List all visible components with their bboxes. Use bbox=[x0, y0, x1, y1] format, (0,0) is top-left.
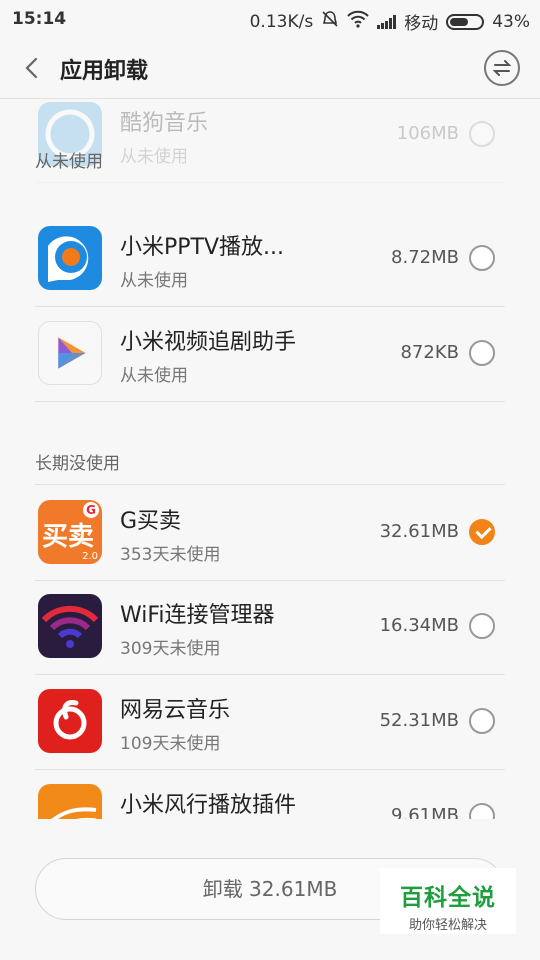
signal-icon bbox=[377, 14, 397, 29]
app-name: WiFi连接管理器 bbox=[120, 603, 275, 628]
app-usage: 从未使用 bbox=[120, 366, 188, 386]
gmm-icon-text: 买卖 bbox=[42, 522, 95, 552]
battery-icon bbox=[446, 13, 485, 30]
title-bar: 应用卸载 bbox=[0, 38, 540, 99]
app-usage: 从未使用 bbox=[120, 147, 188, 167]
select-checkbox[interactable] bbox=[469, 613, 495, 639]
carrier-label: 移动 bbox=[404, 14, 439, 34]
status-bar: 15:14 0.13K/s 移动 43% bbox=[0, 0, 540, 38]
section-header-unused: 从未使用 bbox=[35, 152, 103, 172]
select-checkbox-checked[interactable] bbox=[469, 519, 495, 545]
app-size: 16.34MB bbox=[379, 615, 459, 636]
watermark-subtitle: 助你轻松解决 bbox=[408, 918, 487, 933]
list-item[interactable]: 小米视频追剧助手 从未使用 872KB bbox=[35, 306, 505, 402]
app-name: 网易云音乐 bbox=[120, 698, 231, 723]
netease-music-app-icon bbox=[38, 689, 102, 753]
list-item[interactable]: WiFi连接管理器 309天未使用 16.34MB bbox=[35, 579, 505, 675]
pptv-app-icon bbox=[38, 226, 102, 290]
app-name: 小米视频追剧助手 bbox=[120, 330, 297, 355]
watermark-title: 百科全说 bbox=[400, 885, 496, 911]
app-usage: 353天未使用 bbox=[120, 545, 221, 565]
app-name: 酷狗音乐 bbox=[120, 111, 209, 136]
list-item[interactable]: 网易云音乐 109天未使用 52.31MB bbox=[35, 674, 505, 770]
mi-video-app-icon bbox=[38, 321, 102, 385]
app-size: 8.72MB bbox=[391, 247, 459, 268]
list-item[interactable]: 酷狗音乐 从未使用 106MB bbox=[35, 99, 505, 183]
section-header-long-unused: 长期没使用 bbox=[35, 454, 120, 474]
battery-percent: 43% bbox=[492, 11, 530, 32]
gmaimai-app-icon: 买卖 G 2.0 bbox=[38, 500, 102, 564]
net-speed: 0.13K/s bbox=[249, 11, 314, 32]
chevron-left-icon bbox=[25, 57, 38, 79]
sort-button[interactable] bbox=[484, 50, 520, 86]
select-checkbox[interactable] bbox=[469, 121, 495, 147]
app-usage: 109天未使用 bbox=[120, 734, 221, 754]
app-usage: 309天未使用 bbox=[120, 639, 221, 659]
select-checkbox[interactable] bbox=[469, 803, 495, 819]
list-item[interactable]: 小米PPTV播放... 从未使用 8.72MB bbox=[35, 211, 505, 307]
app-size: 52.31MB bbox=[379, 710, 459, 731]
app-list: 酷狗音乐 从未使用 106MB 从未使用 小米PPTV播放... 从未使用 8.… bbox=[0, 99, 540, 819]
select-checkbox[interactable] bbox=[469, 245, 495, 271]
watermark: 百科全说 助你轻松解决 bbox=[380, 868, 516, 934]
status-time: 15:14 bbox=[12, 9, 67, 29]
list-item[interactable]: 小米风行播放插件 9.61MB bbox=[35, 769, 505, 819]
gmm-icon-g: G bbox=[83, 502, 99, 518]
app-size: 872KB bbox=[400, 342, 459, 363]
select-checkbox[interactable] bbox=[469, 340, 495, 366]
back-button[interactable] bbox=[16, 52, 48, 84]
wifi-icon bbox=[347, 10, 369, 33]
page-title: 应用卸载 bbox=[60, 59, 149, 84]
app-size: 32.61MB bbox=[379, 521, 459, 542]
funshion-plugin-app-icon bbox=[38, 784, 102, 819]
app-name: G买卖 bbox=[120, 509, 182, 534]
app-name: 小米风行播放插件 bbox=[120, 793, 297, 818]
app-size: 106MB bbox=[396, 123, 459, 144]
list-item[interactable]: 买卖 G 2.0 G买卖 353天未使用 32.61MB bbox=[35, 484, 505, 581]
wifi-manager-app-icon bbox=[38, 594, 102, 658]
select-checkbox[interactable] bbox=[469, 708, 495, 734]
gmm-icon-version: 2.0 bbox=[82, 551, 98, 562]
app-size: 9.61MB bbox=[391, 805, 459, 819]
mute-icon bbox=[321, 10, 339, 33]
swap-icon bbox=[492, 60, 512, 76]
app-name: 小米PPTV播放... bbox=[120, 235, 285, 260]
app-usage: 从未使用 bbox=[120, 271, 188, 291]
